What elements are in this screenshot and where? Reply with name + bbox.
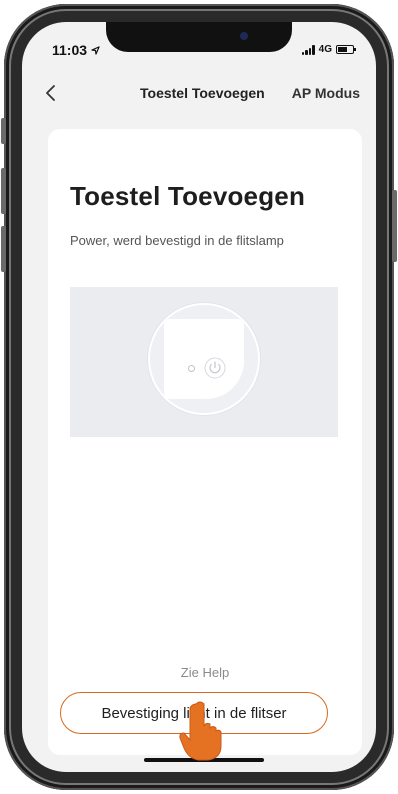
volume-up-button [1, 168, 6, 214]
power-icon [204, 357, 226, 379]
back-button[interactable] [40, 80, 64, 106]
device-illustration [70, 287, 338, 437]
status-time: 11:03 [52, 42, 100, 58]
pointing-hand-icon [179, 701, 222, 761]
ap-mode-button[interactable]: AP Modus [292, 85, 360, 101]
led-indicator-icon [188, 365, 195, 372]
phone-screen: 11:03 4G Toestel Toevoegen AP Modus Toes… [22, 22, 376, 772]
chevron-left-icon [46, 85, 55, 101]
card-title: Toestel Toevoegen [70, 181, 306, 211]
battery-icon [336, 45, 356, 54]
notch [106, 22, 292, 52]
card-subtitle: Power, werd bevestigd in de flitslamp [70, 233, 284, 248]
power-side-button [392, 190, 397, 262]
cellular-signal-icon [301, 44, 315, 55]
help-link[interactable]: Zie Help [48, 665, 362, 680]
status-indicators: 4G [301, 44, 356, 55]
device-face [164, 319, 244, 399]
network-type: 4G [318, 44, 332, 55]
navigation-bar: Toestel Toevoegen AP Modus [22, 78, 376, 110]
front-camera [240, 32, 248, 40]
volume-down-button [1, 226, 6, 272]
location-arrow-icon [91, 46, 100, 55]
add-device-card: Toestel Toevoegen Power, werd bevestigd … [48, 129, 362, 755]
flash-lamp-device [148, 303, 260, 415]
mute-switch [1, 118, 6, 144]
page-title: Toestel Toevoegen [140, 85, 265, 101]
